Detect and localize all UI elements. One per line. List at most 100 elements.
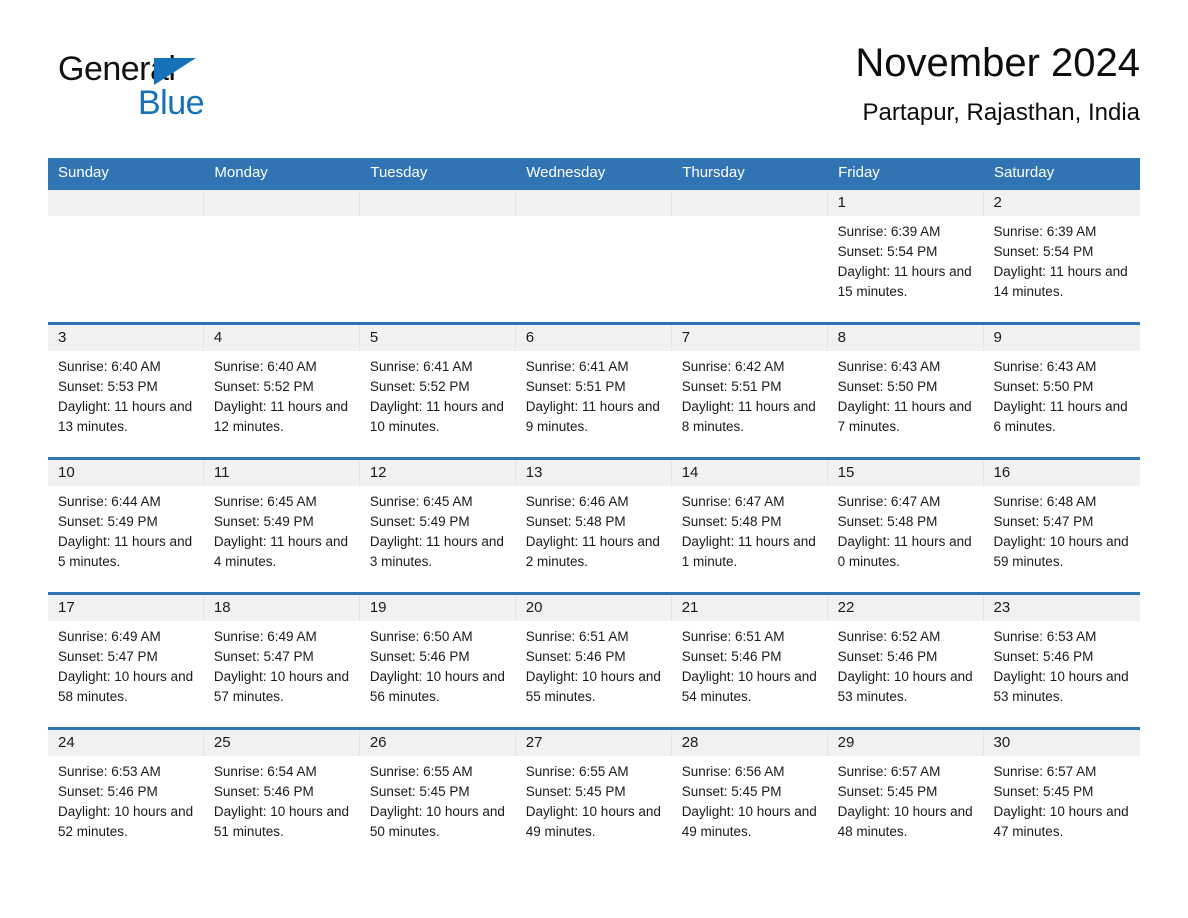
calendar-day-cell[interactable]: 12 Sunrise: 6:45 AM Sunset: 5:49 PM Dayligh… (359, 457, 516, 594)
sunset-text: Sunset: 5:51 PM (525, 379, 626, 394)
sunset-text: Sunset: 5:51 PM (681, 379, 782, 394)
sunrise-text: Sunrise: 6:50 AM (369, 629, 473, 644)
daylight-text: Daylight: 11 hours and 2 minutes. (525, 534, 660, 569)
sunrise-text: Sunrise: 6:40 AM (213, 359, 317, 374)
calendar-day-cell[interactable]: 23 Sunrise: 6:53 AM Sunset: 5:46 PM Dayligh… (983, 592, 1140, 729)
calendar-day-cell[interactable]: 10 Sunrise: 6:44 AM Sunset: 5:49 PM Dayligh… (48, 457, 204, 594)
daylight-text: Daylight: 11 hours and 12 minutes. (213, 399, 349, 434)
day-number: 12 (359, 460, 516, 486)
day-number: 7 (671, 325, 828, 351)
sunset-text: Sunset: 5:46 PM (58, 784, 158, 799)
calendar-day-cell[interactable]: 2 Sunrise: 6:39 AM Sunset: 5:54 PM Daylight… (983, 187, 1140, 324)
sunrise-text: Sunrise: 6:48 AM (993, 494, 1097, 509)
calendar-day-cell[interactable]: 30 Sunrise: 6:57 AM Sunset: 5:45 PM Dayligh… (983, 727, 1140, 862)
calendar-day-cell[interactable]: 15 Sunrise: 6:47 AM Sunset: 5:48 PM Dayligh… (827, 457, 984, 594)
calendar-day-cell[interactable]: 27 Sunrise: 6:55 AM Sunset: 5:45 PM Dayligh… (515, 727, 672, 862)
day-number: 23 (983, 595, 1140, 621)
sunrise-text: Sunrise: 6:52 AM (837, 629, 941, 644)
calendar-day-cell[interactable]: 7 Sunrise: 6:42 AM Sunset: 5:51 PM Daylight… (671, 322, 828, 459)
day-sun-info: Sunrise: 6:41 AM Sunset: 5:51 PM Daylight:… (516, 351, 672, 437)
calendar-day-cell[interactable]: 11 Sunrise: 6:45 AM Sunset: 5:49 PM Dayligh… (203, 457, 360, 594)
day-number: 20 (515, 595, 672, 621)
daylight-text: Daylight: 10 hours and 54 minutes. (681, 669, 817, 704)
day-sun-info: Sunrise: 6:57 AM Sunset: 5:45 PM Daylight:… (828, 756, 984, 842)
day-sun-info: Sunrise: 6:43 AM Sunset: 5:50 PM Daylight:… (984, 351, 1140, 437)
day-number: 1 (827, 190, 984, 216)
day-cell-content (515, 190, 672, 322)
sunset-text: Sunset: 5:50 PM (837, 379, 938, 394)
daylight-text: Daylight: 10 hours and 51 minutes. (213, 804, 350, 839)
daylight-text: Daylight: 11 hours and 13 minutes. (58, 399, 193, 434)
day-number: 22 (827, 595, 984, 621)
day-cell-content: 8 Sunrise: 6:43 AM Sunset: 5:50 PM Daylight… (827, 325, 984, 457)
calendar-day-cell[interactable]: 3 Sunrise: 6:40 AM Sunset: 5:53 PM Daylight… (48, 322, 204, 459)
general-blue-logo[interactable]: General Blue (58, 50, 258, 130)
sunrise-text: Sunrise: 6:55 AM (369, 764, 473, 779)
sunset-text: Sunset: 5:46 PM (993, 649, 1094, 664)
calendar-day-cell[interactable]: 8 Sunrise: 6:43 AM Sunset: 5:50 PM Daylight… (827, 322, 984, 459)
calendar-day-cell[interactable]: 20 Sunrise: 6:51 AM Sunset: 5:46 PM Dayligh… (515, 592, 672, 729)
weekday-header-monday: Monday (203, 158, 361, 189)
sunset-text: Sunset: 5:54 PM (993, 244, 1094, 259)
day-number: 3 (48, 325, 204, 351)
day-number: 30 (983, 730, 1140, 756)
sunrise-text: Sunrise: 6:49 AM (58, 629, 161, 644)
sunrise-text: Sunrise: 6:47 AM (837, 494, 941, 509)
sunrise-text: Sunrise: 6:44 AM (58, 494, 161, 509)
calendar-day-cell[interactable]: 18 Sunrise: 6:49 AM Sunset: 5:47 PM Dayligh… (203, 592, 360, 729)
calendar-day-cell[interactable]: 4 Sunrise: 6:40 AM Sunset: 5:52 PM Daylight… (203, 322, 360, 459)
day-sun-info: Sunrise: 6:53 AM Sunset: 5:46 PM Daylight:… (984, 621, 1140, 707)
calendar-empty-cell (515, 187, 672, 324)
day-number: 29 (827, 730, 984, 756)
day-number: 13 (515, 460, 672, 486)
calendar-day-cell[interactable]: 25 Sunrise: 6:54 AM Sunset: 5:46 PM Dayligh… (203, 727, 360, 862)
sunrise-text: Sunrise: 6:51 AM (525, 629, 629, 644)
calendar-day-cell[interactable]: 28 Sunrise: 6:56 AM Sunset: 5:45 PM Dayligh… (671, 727, 828, 862)
daylight-text: Daylight: 10 hours and 50 minutes. (369, 804, 505, 839)
day-number (48, 190, 204, 216)
day-sun-info: Sunrise: 6:39 AM Sunset: 5:54 PM Daylight:… (828, 216, 984, 302)
calendar-day-cell[interactable]: 1 Sunrise: 6:39 AM Sunset: 5:54 PM Daylight… (827, 187, 984, 324)
calendar-day-cell[interactable]: 21 Sunrise: 6:51 AM Sunset: 5:46 PM Dayligh… (671, 592, 828, 729)
calendar-day-cell[interactable]: 9 Sunrise: 6:43 AM Sunset: 5:50 PM Daylight… (983, 322, 1140, 459)
day-number (515, 190, 672, 216)
sunrise-text: Sunrise: 6:47 AM (681, 494, 785, 509)
daylight-text: Daylight: 11 hours and 1 minute. (681, 534, 816, 569)
calendar-day-cell[interactable]: 6 Sunrise: 6:41 AM Sunset: 5:51 PM Daylight… (515, 322, 672, 459)
weekday-header-wednesday: Wednesday (515, 158, 673, 189)
calendar-day-cell[interactable]: 14 Sunrise: 6:47 AM Sunset: 5:48 PM Dayligh… (671, 457, 828, 594)
calendar-day-cell[interactable]: 26 Sunrise: 6:55 AM Sunset: 5:45 PM Dayligh… (359, 727, 516, 862)
day-number: 5 (359, 325, 516, 351)
calendar-day-cell[interactable]: 29 Sunrise: 6:57 AM Sunset: 5:45 PM Dayligh… (827, 727, 984, 862)
day-cell-content: 7 Sunrise: 6:42 AM Sunset: 5:51 PM Daylight… (671, 325, 828, 457)
sunrise-text: Sunrise: 6:45 AM (213, 494, 317, 509)
calendar-grid: Sunday Monday Tuesday Wednesday Thursday… (48, 158, 1140, 862)
day-cell-content: 12 Sunrise: 6:45 AM Sunset: 5:49 PM Dayligh… (359, 460, 516, 592)
daylight-text: Daylight: 11 hours and 15 minutes. (837, 264, 972, 299)
day-number: 26 (359, 730, 516, 756)
daylight-text: Daylight: 10 hours and 57 minutes. (213, 669, 350, 704)
sunrise-text: Sunrise: 6:45 AM (369, 494, 473, 509)
calendar-day-cell[interactable]: 24 Sunrise: 6:53 AM Sunset: 5:46 PM Dayligh… (48, 727, 204, 862)
calendar-day-cell[interactable]: 16 Sunrise: 6:48 AM Sunset: 5:47 PM Dayligh… (983, 457, 1140, 594)
calendar-week-row: 3 Sunrise: 6:40 AM Sunset: 5:53 PM Daylight… (48, 322, 1140, 459)
calendar-day-cell[interactable]: 19 Sunrise: 6:50 AM Sunset: 5:46 PM Dayligh… (359, 592, 516, 729)
day-sun-info: Sunrise: 6:51 AM Sunset: 5:46 PM Daylight:… (516, 621, 672, 707)
calendar-day-cell[interactable]: 5 Sunrise: 6:41 AM Sunset: 5:52 PM Daylight… (359, 322, 516, 459)
day-cell-content (203, 190, 360, 322)
day-cell-content: 1 Sunrise: 6:39 AM Sunset: 5:54 PM Daylight… (827, 190, 984, 322)
calendar-day-cell[interactable]: 17 Sunrise: 6:49 AM Sunset: 5:47 PM Dayligh… (48, 592, 204, 729)
day-sun-info: Sunrise: 6:45 AM Sunset: 5:49 PM Daylight:… (360, 486, 516, 572)
day-cell-content: 2 Sunrise: 6:39 AM Sunset: 5:54 PM Daylight… (983, 190, 1140, 322)
sunset-text: Sunset: 5:45 PM (525, 784, 626, 799)
sunrise-text: Sunrise: 6:39 AM (993, 224, 1097, 239)
calendar-day-cell[interactable]: 13 Sunrise: 6:46 AM Sunset: 5:48 PM Dayligh… (515, 457, 672, 594)
calendar-day-cell[interactable]: 22 Sunrise: 6:52 AM Sunset: 5:46 PM Dayligh… (827, 592, 984, 729)
sunset-text: Sunset: 5:49 PM (369, 514, 470, 529)
sunset-text: Sunset: 5:48 PM (837, 514, 938, 529)
day-number: 16 (983, 460, 1140, 486)
daylight-text: Daylight: 11 hours and 5 minutes. (58, 534, 193, 569)
calendar-header-row: Sunday Monday Tuesday Wednesday Thursday… (48, 158, 1140, 189)
day-cell-content: 27 Sunrise: 6:55 AM Sunset: 5:45 PM Dayligh… (515, 730, 672, 862)
sunset-text: Sunset: 5:45 PM (837, 784, 938, 799)
